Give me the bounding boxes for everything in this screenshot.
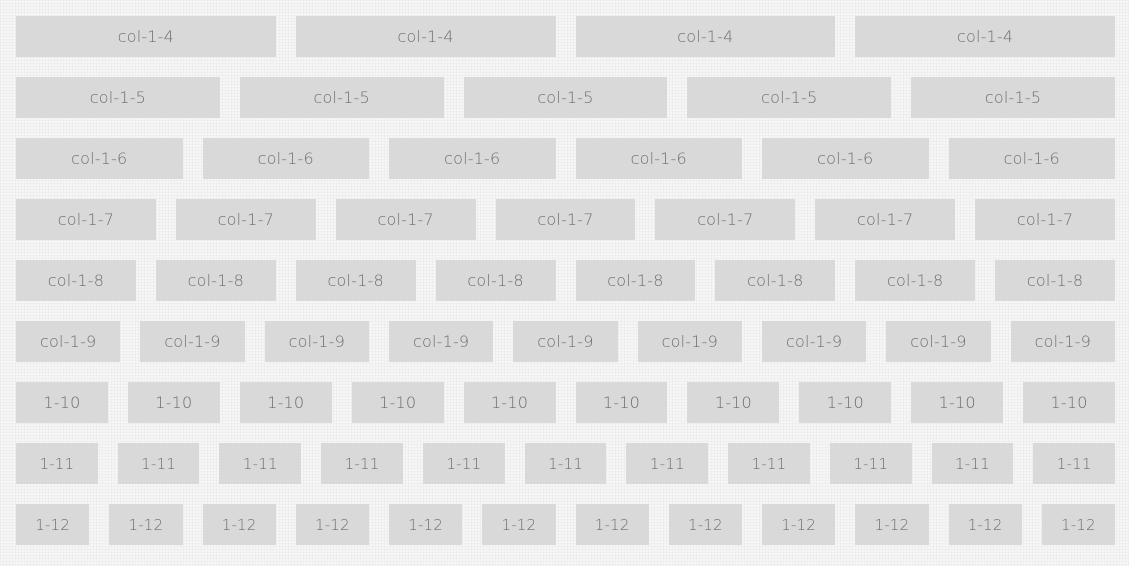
grid-cell: 1-12 bbox=[482, 504, 556, 545]
grid-cell: 1-11 bbox=[931, 443, 1014, 484]
grid-cell: col-1-7 bbox=[175, 199, 316, 240]
grid-row-1-6: col-1-6 col-1-6 col-1-6 col-1-6 col-1-6 col-1… bbox=[16, 138, 1115, 179]
grid-cell: col-1-7 bbox=[495, 199, 636, 240]
grid-cell: 1-10 bbox=[575, 382, 668, 423]
grid-cell: col-1-9 bbox=[513, 321, 618, 362]
grid-cell: 1-12 bbox=[202, 504, 276, 545]
grid-cell: col-1-8 bbox=[16, 260, 136, 301]
grid-cell: 1-11 bbox=[321, 443, 403, 484]
grid-cell: col-1-8 bbox=[435, 260, 556, 301]
grid-cell: col-1-5 bbox=[16, 77, 220, 118]
grid-cell: col-1-8 bbox=[575, 260, 696, 301]
grid-cell: col-1-9 bbox=[264, 321, 369, 362]
grid-cell: col-1-9 bbox=[388, 321, 494, 362]
grid-cell: col-1-4 bbox=[575, 16, 836, 57]
grid-cell: 1-11 bbox=[524, 443, 607, 484]
grid-cell: col-1-7 bbox=[975, 199, 1116, 240]
grid-cell: col-1-9 bbox=[16, 321, 121, 362]
grid-cell: col-1-6 bbox=[948, 138, 1115, 179]
grid-cell: 1-10 bbox=[16, 382, 108, 423]
grid-cell: 1-12 bbox=[575, 504, 649, 545]
grid-cell: col-1-9 bbox=[637, 321, 742, 362]
grid-cell: col-1-7 bbox=[335, 199, 476, 240]
grid-cell: col-1-8 bbox=[855, 260, 976, 301]
grid-cell: 1-12 bbox=[762, 504, 836, 545]
grid-cell: 1-12 bbox=[948, 504, 1022, 545]
grid-cell: 1-12 bbox=[295, 504, 369, 545]
grid-cell: col-1-9 bbox=[140, 321, 245, 362]
grid-cell: col-1-4 bbox=[855, 16, 1115, 57]
grid-cell: col-1-8 bbox=[295, 260, 416, 301]
grid-row-1-5: col-1-5 col-1-5 col-1-5 col-1-5 col-1-5 bbox=[16, 77, 1115, 118]
grid-cell: col-1-7 bbox=[815, 199, 956, 240]
grid-cell: 1-11 bbox=[16, 443, 98, 484]
grid-cell: col-1-7 bbox=[16, 199, 156, 240]
grid-row-1-10: 1-10 1-10 1-10 1-10 1-10 1-10 1-10 1-10 1-10 1-10 bbox=[16, 382, 1116, 423]
grid-row-1-4: col-1-4 col-1-4 col-1-4 col-1-4 bbox=[16, 16, 1115, 57]
grid-cell: col-1-6 bbox=[202, 138, 369, 179]
grid-cell: 1-12 bbox=[16, 504, 90, 545]
grid-row-1-8: col-1-8 col-1-8 col-1-8 col-1-8 col-1-8 col-1… bbox=[16, 260, 1115, 301]
grid-cell: col-1-8 bbox=[995, 260, 1115, 301]
grid-cell: col-1-6 bbox=[575, 138, 742, 179]
grid-cell: col-1-4 bbox=[295, 16, 556, 57]
grid-cell: 1-10 bbox=[1023, 382, 1116, 423]
grid-row-1-9: col-1-9 col-1-9 col-1-9 col-1-9 col-1-9 col-1… bbox=[16, 321, 1115, 362]
grid-cell: 1-11 bbox=[626, 443, 709, 484]
grid-cell: 1-11 bbox=[1033, 443, 1116, 484]
grid-cell: 1-10 bbox=[687, 382, 780, 423]
grid-cell: 1-10 bbox=[911, 382, 1004, 423]
grid-cell: col-1-5 bbox=[687, 77, 892, 118]
grid-cell: 1-10 bbox=[463, 382, 556, 423]
grid-cell: col-1-7 bbox=[655, 199, 796, 240]
grid-cell: col-1-9 bbox=[1010, 321, 1115, 362]
grid-cell: 1-10 bbox=[799, 382, 892, 423]
grid-cell: col-1-9 bbox=[761, 321, 867, 362]
grid-row-1-12: 1-12 1-12 1-12 1-12 1-12 1-12 1-12 1-12 1-12 1-12… bbox=[16, 504, 1115, 545]
grid-cell: col-1-5 bbox=[463, 77, 668, 118]
grid-cell: col-1-8 bbox=[155, 260, 276, 301]
grid-cell: 1-11 bbox=[422, 443, 505, 484]
grid-cell: 1-10 bbox=[239, 382, 332, 423]
grid-cell: 1-12 bbox=[109, 504, 183, 545]
grid-row-1-7: col-1-7 col-1-7 col-1-7 col-1-7 col-1-7 col-1… bbox=[16, 199, 1116, 240]
grid-cell: col-1-8 bbox=[715, 260, 836, 301]
grid-cell: col-1-6 bbox=[389, 138, 556, 179]
grid-cell: 1-10 bbox=[127, 382, 220, 423]
grid-cell: 1-12 bbox=[1041, 504, 1115, 545]
grid-cell: col-1-4 bbox=[16, 16, 276, 57]
grid-cell: col-1-9 bbox=[886, 321, 991, 362]
grid-cell: 1-12 bbox=[855, 504, 929, 545]
grid-cell: 1-12 bbox=[389, 504, 463, 545]
grid-cell: col-1-5 bbox=[239, 77, 444, 118]
grid-row-1-11: 1-11 1-11 1-11 1-11 1-11 1-11 1-11 1-11 1-11 1-11… bbox=[16, 443, 1116, 484]
grid-cell: col-1-6 bbox=[762, 138, 929, 179]
grid-cell: 1-11 bbox=[829, 443, 912, 484]
grid-cell: 1-12 bbox=[668, 504, 742, 545]
grid-demo: col-1-4 col-1-4 col-1-4 col-1-4 col-1-5 col-1… bbox=[16, 16, 1116, 545]
grid-cell: 1-11 bbox=[728, 443, 810, 484]
grid-cell: 1-10 bbox=[351, 382, 444, 423]
grid-cell: col-1-6 bbox=[16, 138, 183, 179]
grid-cell: 1-11 bbox=[219, 443, 302, 484]
grid-cell: col-1-5 bbox=[911, 77, 1115, 118]
grid-cell: 1-11 bbox=[117, 443, 200, 484]
